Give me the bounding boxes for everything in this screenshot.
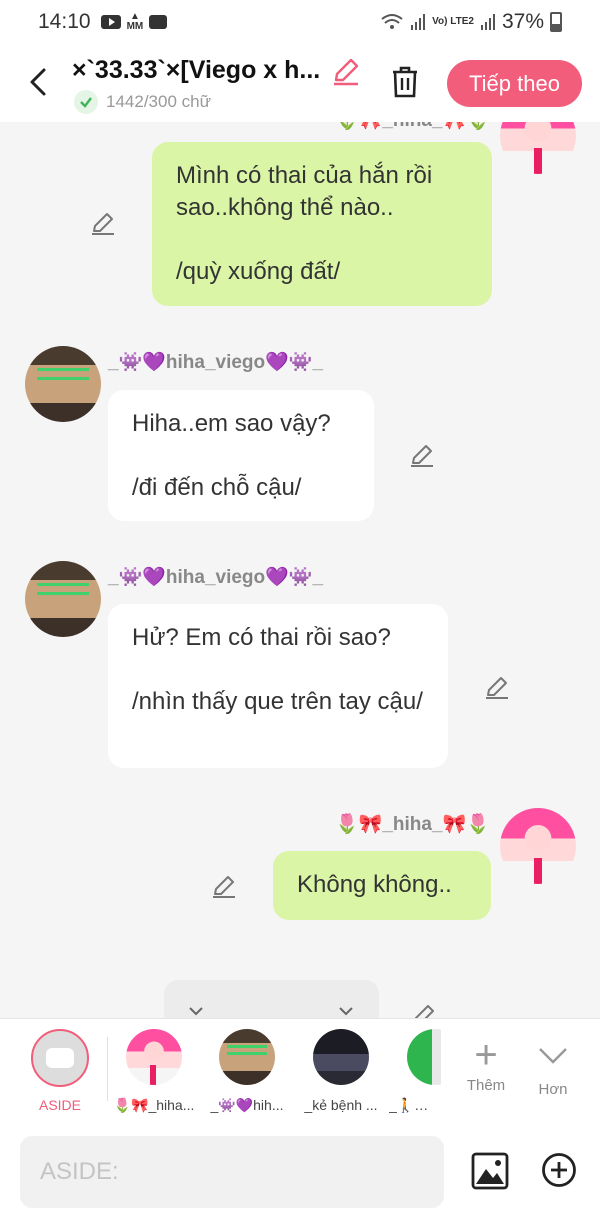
- edit-pencil-icon[interactable]: [409, 442, 435, 468]
- character-partial[interactable]: _🚶🕸...: [389, 1029, 441, 1114]
- battery-percent: 37%: [501, 10, 544, 33]
- word-count: 1442/300 chữ: [74, 90, 211, 114]
- edit-pencil-icon[interactable]: [211, 873, 237, 899]
- collapsed-message[interactable]: [164, 980, 379, 1018]
- add-circle-icon[interactable]: [541, 1152, 577, 1188]
- add-character-button[interactable]: + Thêm: [451, 1033, 521, 1094]
- mm-notification-icon: ▲ MM: [126, 11, 144, 32]
- aside-button[interactable]: [31, 1029, 89, 1087]
- character-hiha[interactable]: 🌷🎀_hiha...: [109, 1029, 199, 1114]
- status-bar: 14:10 ▲ MM Vo) LTE2 37%: [0, 0, 600, 44]
- chevron-down-icon: [539, 1048, 567, 1064]
- character-name: 🌷🎀_hiha...: [113, 1097, 195, 1113]
- input-bar: [0, 1124, 600, 1209]
- speaker-name: 🌷🎀_hiha_🎀🌷: [335, 122, 490, 132]
- chat-editor-screen: 14:10 ▲ MM Vo) LTE2 37% ×`33.33`×[Viego x…: [0, 0, 600, 1209]
- check-icon: [74, 90, 98, 114]
- divider: [107, 1037, 108, 1101]
- character-hiha-viego[interactable]: _👾💜hih...: [202, 1029, 292, 1114]
- chat-area[interactable]: 🌷🎀_hiha_🎀🌷 Mình có thai của hắn rồi sao.…: [0, 122, 600, 1018]
- story-title[interactable]: ×`33.33`×[Viego x h...: [72, 56, 327, 85]
- avatar: [313, 1029, 369, 1085]
- signal-icon-2: [480, 14, 495, 30]
- character-ke-benh[interactable]: _kẻ bệnh ...: [296, 1029, 386, 1113]
- message-bubble[interactable]: Hử? Em có thai rồi sao? /nhìn thấy que t…: [108, 604, 448, 768]
- signal-icon: [411, 14, 426, 30]
- status-time: 14:10: [38, 10, 91, 33]
- avatar: [219, 1029, 275, 1085]
- message-notification-icon: [149, 15, 168, 29]
- message-bubble[interactable]: Hiha..em sao vậy? /đi đến chỗ cậu/: [108, 390, 374, 521]
- back-arrow-icon[interactable]: [24, 64, 54, 100]
- chevron-down-icon: [339, 1007, 353, 1016]
- edit-pencil-icon[interactable]: [411, 1002, 437, 1018]
- speaker-name: _👾💜hiha_viego💜👾_: [108, 567, 324, 588]
- word-count-label: 1442/300 chữ: [106, 92, 211, 111]
- wifi-icon: [381, 14, 403, 29]
- aside-chat-icon: [46, 1048, 74, 1068]
- message-input[interactable]: [20, 1136, 444, 1208]
- character-name: _👾💜hih...: [210, 1097, 284, 1113]
- message-bubble[interactable]: Mình có thai của hắn rồi sao..không thể …: [152, 142, 492, 306]
- avatar[interactable]: [25, 346, 101, 422]
- avatar[interactable]: [500, 808, 576, 884]
- character-name: _🚶🕸...: [389, 1097, 441, 1113]
- character-bar: ASIDE 🌷🎀_hiha... _👾💜hih... _kẻ bệnh ... …: [0, 1018, 600, 1124]
- chevron-down-icon: [189, 1007, 203, 1016]
- network-label: Vo) LTE2: [432, 16, 474, 27]
- speaker-name: _👾💜hiha_viego💜👾_: [108, 352, 324, 373]
- next-button[interactable]: Tiếp theo: [447, 60, 582, 107]
- image-icon[interactable]: [471, 1152, 509, 1190]
- avatar[interactable]: [25, 561, 101, 637]
- edit-title-pencil-icon[interactable]: [331, 56, 361, 86]
- plus-icon: +: [474, 1033, 498, 1077]
- battery-icon: [550, 12, 562, 32]
- header: ×`33.33`×[Viego x h... 1442/300 chữ Tiếp…: [0, 44, 600, 122]
- avatar[interactable]: [500, 122, 576, 174]
- more-button[interactable]: Hơn: [518, 1033, 588, 1098]
- trash-icon[interactable]: [388, 64, 422, 100]
- avatar: [126, 1029, 182, 1085]
- speaker-name: 🌷🎀_hiha_🎀🌷: [335, 814, 490, 835]
- add-label: Thêm: [466, 1077, 506, 1094]
- edit-pencil-icon[interactable]: [484, 674, 510, 700]
- more-label: Hơn: [538, 1081, 568, 1098]
- edit-pencil-icon[interactable]: [90, 210, 116, 236]
- aside-label: ASIDE: [38, 1097, 81, 1113]
- youtube-notification-icon: [100, 15, 121, 29]
- avatar: [407, 1029, 441, 1085]
- character-name: _kẻ bệnh ...: [304, 1097, 378, 1113]
- message-bubble[interactable]: Không không..: [273, 851, 491, 920]
